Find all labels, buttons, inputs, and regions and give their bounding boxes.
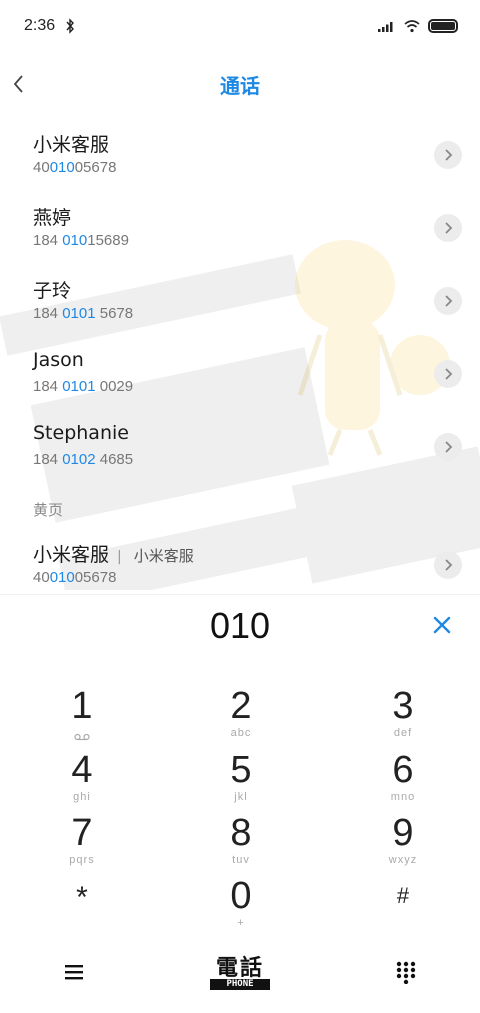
contact-name: 燕婷	[33, 207, 72, 229]
key-0[interactable]: 0 +	[181, 876, 301, 938]
contact-detail-button[interactable]	[434, 141, 462, 169]
contact-number: 184 0101 5678	[33, 305, 134, 322]
page-title: 通话	[220, 74, 260, 98]
contact-list: 小米客服 4001005678 燕婷 184 01015689 子玲 184 0…	[0, 118, 480, 588]
chevron-right-icon	[445, 149, 453, 161]
contact-number: 184 01015689	[33, 232, 129, 249]
contact-detail-button[interactable]	[434, 360, 462, 388]
contact-name: 小米客服	[33, 134, 110, 156]
contact-row[interactable]: 小米客服 4001005678	[0, 118, 480, 191]
chevron-right-icon	[445, 368, 453, 380]
status-time: 2:36	[24, 17, 56, 34]
bottom-bar: 電話 PHONE	[0, 940, 480, 1013]
call-button[interactable]: 電話 PHONE	[205, 950, 275, 994]
chevron-right-icon	[445, 295, 453, 307]
contact-name: Stephanie	[33, 422, 129, 444]
dialpad: 1 2 abc 3 def 4 ghi 5 jkl 6 mno 7 pqrs 8 tuv 9w…	[0, 680, 480, 940]
contact-number: 184 0101 0029	[33, 378, 134, 395]
contact-row[interactable]: 燕婷 184 01015689	[0, 191, 480, 264]
key-hash[interactable]: #	[343, 876, 463, 938]
section-label-yellow-pages: 黄页	[33, 501, 64, 519]
header: 通话	[0, 52, 480, 116]
contact-detail-button[interactable]	[434, 287, 462, 315]
contact-name: Jason	[33, 349, 84, 371]
key-7[interactable]: 7 pqrs	[22, 813, 142, 875]
wifi-icon	[404, 19, 420, 32]
key-3[interactable]: 3 def	[343, 686, 463, 748]
close-icon[interactable]	[430, 613, 454, 637]
contact-name: 小米客服 | 小米客服	[33, 544, 194, 566]
chevron-right-icon	[445, 441, 453, 453]
yellow-pages-row[interactable]: 小米客服 | 小米客服 4001005678	[0, 528, 480, 588]
key-4[interactable]: 4 ghi	[22, 750, 142, 812]
key-5[interactable]: 5 jkl	[181, 750, 301, 812]
dial-display: 010	[0, 594, 480, 660]
battery-icon	[428, 19, 458, 33]
dialpad-icon[interactable]	[394, 960, 418, 984]
menu-icon[interactable]	[62, 960, 86, 984]
key-8[interactable]: 8 tuv	[181, 813, 301, 875]
call-sublabel: PHONE	[210, 979, 270, 990]
contact-number: 4001005678	[33, 569, 117, 586]
contact-number: 4001005678	[33, 159, 117, 176]
key-1[interactable]: 1	[22, 686, 142, 748]
voicemail-icon	[74, 733, 90, 741]
contact-row[interactable]: Jason 184 0101 0029	[0, 337, 480, 410]
call-label: 電話	[215, 956, 264, 981]
contact-detail-button[interactable]	[434, 433, 462, 461]
key-2[interactable]: 2 abc	[181, 686, 301, 748]
contact-row[interactable]: 子玲 184 0101 5678	[0, 264, 480, 337]
bluetooth-icon	[66, 18, 75, 34]
status-bar: 2:36	[0, 0, 480, 52]
contact-detail-button[interactable]	[434, 551, 462, 579]
contact-name: 子玲	[33, 280, 72, 302]
contact-detail-button[interactable]	[434, 214, 462, 242]
dial-input[interactable]: 010	[0, 605, 480, 647]
contact-number: 184 0102 4685	[33, 451, 134, 468]
key-9[interactable]: 9 wxyz	[343, 813, 463, 875]
signal-icon	[378, 22, 393, 32]
chevron-right-icon	[445, 222, 453, 234]
key-6[interactable]: 6 mno	[343, 750, 463, 812]
chevron-right-icon	[445, 559, 453, 571]
key-star[interactable]: *	[22, 876, 142, 938]
contact-row[interactable]: Stephanie 184 0102 4685	[0, 410, 480, 483]
